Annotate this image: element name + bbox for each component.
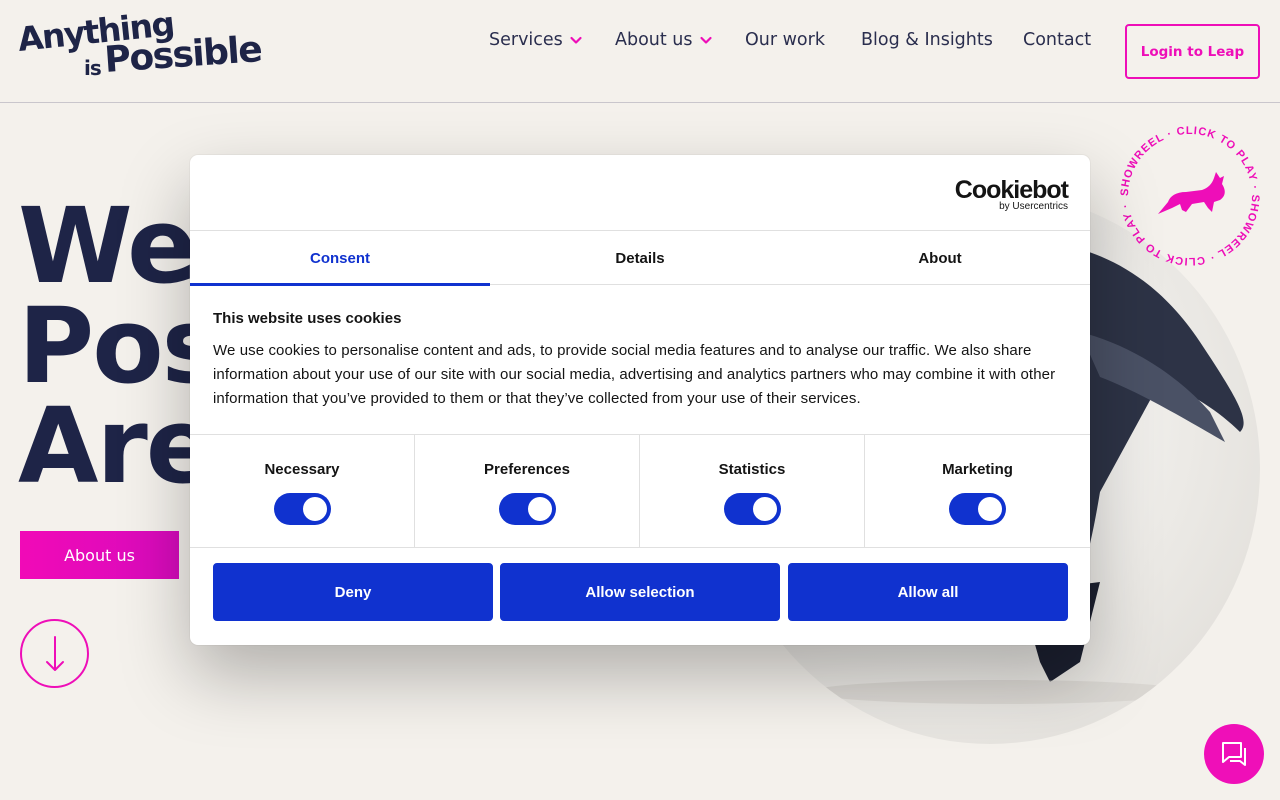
nav-item-about-us[interactable]: About us bbox=[615, 30, 713, 50]
nav-item-label: About us bbox=[615, 30, 693, 50]
category-label: Marketing bbox=[942, 461, 1013, 478]
chevron-down-icon bbox=[570, 36, 582, 44]
toggle-knob bbox=[978, 497, 1002, 521]
toggle-knob bbox=[528, 497, 552, 521]
tab-consent[interactable]: Consent bbox=[190, 231, 490, 286]
goat-icon bbox=[1158, 172, 1225, 214]
nav-item-our-work[interactable]: Our work bbox=[745, 30, 825, 50]
scroll-down-button[interactable] bbox=[20, 619, 89, 688]
preferences-toggle[interactable] bbox=[499, 493, 556, 525]
cookie-category-toggles: Necessary Preferences Statistics Marketi… bbox=[190, 434, 1090, 548]
site-header: Anything is Possible Services About us O… bbox=[0, 0, 1280, 103]
nav-item-label: Services bbox=[489, 30, 563, 50]
cookie-dialog-header: Cookiebot by Usercentrics bbox=[190, 155, 1090, 231]
tab-details[interactable]: Details bbox=[490, 231, 790, 285]
cookie-body: This website uses cookies We use cookies… bbox=[213, 310, 1073, 411]
nav-item-label: Blog & Insights bbox=[861, 30, 993, 50]
site-logo[interactable]: Anything is Possible bbox=[16, 4, 263, 92]
allow-all-button[interactable]: Allow all bbox=[788, 563, 1068, 621]
cookie-title: This website uses cookies bbox=[213, 310, 402, 327]
cookie-description: We use cookies to personalise content an… bbox=[213, 342, 1056, 407]
necessary-toggle[interactable] bbox=[274, 493, 331, 525]
cookiebot-logo: Cookiebot by Usercentrics bbox=[954, 176, 1069, 212]
marketing-toggle[interactable] bbox=[949, 493, 1006, 525]
category-preferences: Preferences bbox=[415, 435, 640, 547]
login-button[interactable]: Login to Leap bbox=[1125, 24, 1260, 79]
category-statistics: Statistics bbox=[640, 435, 865, 547]
category-label: Preferences bbox=[484, 461, 570, 478]
arrow-down-icon bbox=[45, 635, 64, 671]
showreel-badge: SHOWREEL · CLICK TO PLAY · SHOWREEL · CL… bbox=[1119, 125, 1260, 267]
chevron-down-icon bbox=[699, 36, 712, 44]
chat-icon bbox=[1222, 742, 1246, 766]
chat-launcher-button[interactable] bbox=[1204, 724, 1264, 784]
showreel-button[interactable]: SHOWREEL · CLICK TO PLAY · SHOWREEL · CL… bbox=[1118, 124, 1262, 268]
category-label: Statistics bbox=[718, 461, 786, 478]
toggle-knob bbox=[303, 497, 327, 521]
nav-item-label: Contact bbox=[1023, 30, 1092, 50]
nav-item-label: Our work bbox=[745, 30, 825, 50]
statistics-toggle[interactable] bbox=[724, 493, 781, 525]
deny-button[interactable]: Deny bbox=[213, 563, 493, 621]
cookiebot-brand: Cookiebot bbox=[954, 176, 1069, 204]
category-label: Necessary bbox=[264, 461, 340, 478]
category-necessary: Necessary bbox=[190, 435, 415, 547]
about-us-button[interactable]: About us bbox=[20, 531, 179, 579]
toggle-knob bbox=[753, 497, 777, 521]
cookie-tabs: Consent Details About bbox=[190, 231, 1090, 286]
cookie-consent-dialog: Cookiebot by Usercentrics Consent Detail… bbox=[190, 155, 1090, 645]
nav-item-services[interactable]: Services bbox=[489, 30, 583, 50]
nav-item-blog-insights[interactable]: Blog & Insights bbox=[861, 30, 993, 50]
logo-text-is: is bbox=[84, 56, 102, 80]
tab-about[interactable]: About bbox=[790, 231, 1090, 285]
nav-item-contact[interactable]: Contact bbox=[1023, 30, 1091, 50]
category-marketing: Marketing bbox=[865, 435, 1090, 547]
allow-selection-button[interactable]: Allow selection bbox=[500, 563, 780, 621]
